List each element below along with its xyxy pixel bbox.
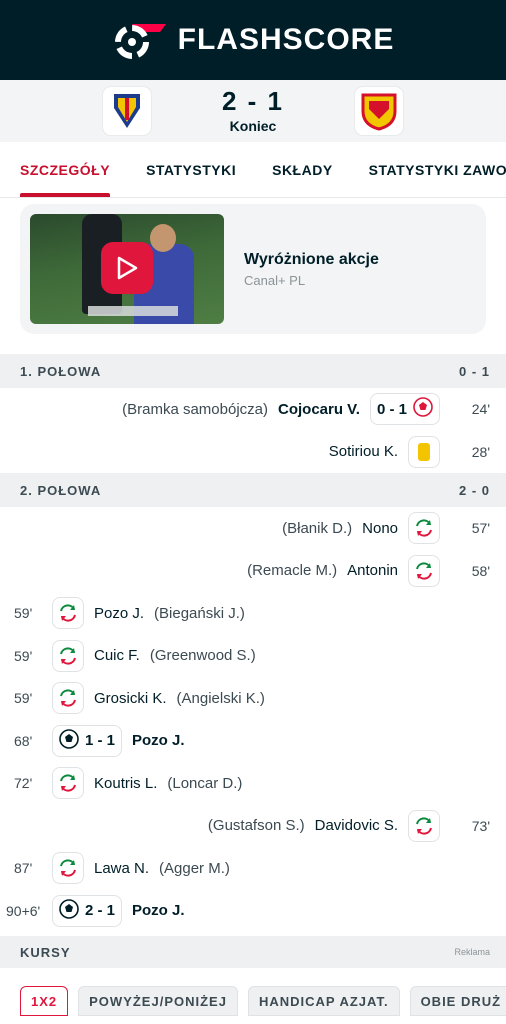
goal-icon — [59, 728, 79, 753]
substitution-icon — [52, 852, 84, 885]
odds-header: KURSY Reklama — [0, 936, 506, 968]
tab-details[interactable]: SZCZEGÓŁY — [20, 142, 111, 197]
event-assist: (Błanik D.) — [282, 519, 353, 537]
highlight-title: Wyróżnione akcje — [244, 250, 379, 268]
event-row[interactable]: 59' Pozo J. (Biegański J.) — [0, 592, 506, 635]
event-player[interactable]: Antonin — [347, 562, 398, 579]
event-row[interactable]: (Błanik D.) Nono 57' — [0, 507, 506, 550]
event-row[interactable]: (Bramka samobójcza) Cojocaru V. 0 - 1 24… — [0, 388, 506, 431]
event-row[interactable]: 72' Koutris L. (Loncar D.) — [0, 762, 506, 805]
flashscore-logo-icon — [112, 18, 168, 62]
yellow-card-icon — [408, 435, 440, 468]
event-player[interactable]: Pozo J. — [132, 732, 185, 749]
odds-tabs: 1X2 POWYŻEJ/PONIŻEJ HANDICAP AZJAT. OBIE… — [0, 968, 506, 1016]
second-half-score: 2 - 0 — [458, 482, 490, 498]
match-score: 2 - 1 — [221, 86, 285, 116]
odds-tab-1x2[interactable]: 1X2 — [20, 986, 69, 1016]
event-minute: 87' — [14, 860, 33, 877]
match-status: Koniec — [229, 118, 277, 134]
event-minute: 57' — [471, 520, 490, 537]
event-row[interactable]: 59' Cuic F. (Greenwood S.) — [0, 635, 506, 678]
event-minute: 59' — [14, 605, 33, 622]
match-scoreboard: 2 - 1 Koniec — [0, 80, 506, 142]
tab-lineups[interactable]: SKŁADY — [272, 142, 333, 197]
tab-statistics[interactable]: STATYSTYKI — [146, 142, 236, 197]
event-score: 1 - 1 — [85, 732, 116, 750]
event-row[interactable]: 59' Grosicki K. (Angielski K.) — [0, 677, 506, 720]
event-minute: 72' — [14, 775, 33, 792]
substitution-icon — [52, 639, 84, 672]
play-icon[interactable] — [101, 242, 153, 294]
own-goal-icon — [413, 397, 433, 421]
first-half-label: 1. POŁOWA — [20, 363, 102, 379]
event-minute: 24' — [471, 401, 490, 418]
event-minute: 73' — [471, 817, 490, 834]
event-score-box: 2 - 1 — [52, 894, 123, 927]
app-logo-text: FLASHSCORE — [177, 23, 395, 56]
event-minute: 28' — [471, 443, 490, 460]
event-player[interactable]: Davidovic S. — [315, 817, 398, 834]
event-assist: (Loncar D.) — [167, 774, 243, 792]
event-minute: 59' — [14, 647, 33, 664]
highlight-source: Canal+ PL — [244, 272, 306, 288]
event-score: 2 - 1 — [85, 902, 116, 920]
event-player[interactable]: Pozo J. — [132, 902, 185, 919]
event-minute: 59' — [14, 690, 33, 707]
event-assist: (Greenwood S.) — [149, 647, 256, 665]
highlight-card[interactable]: Wyróżnione akcje Canal+ PL — [20, 204, 486, 334]
event-row[interactable]: (Gustafson S.) Davidovic S. 73' — [0, 805, 506, 848]
odds-tab-asian-handicap[interactable]: HANDICAP AZJAT. — [247, 986, 400, 1016]
event-player[interactable]: Pozo J. — [94, 605, 144, 622]
event-player[interactable]: Cuic F. — [94, 647, 140, 664]
substitution-icon — [408, 512, 440, 545]
event-row[interactable]: Sotiriou K. 28' — [0, 431, 506, 474]
event-assist: (Remacle M.) — [247, 562, 338, 580]
event-minute: 90+6' — [6, 902, 41, 919]
second-half-header: 2. POŁOWA 2 - 0 — [0, 473, 506, 507]
event-player[interactable]: Lawa N. — [94, 860, 149, 877]
event-player[interactable]: Sotiriou K. — [329, 443, 398, 460]
event-assist: (Angielski K.) — [176, 689, 265, 707]
event-score-box: 1 - 1 — [52, 724, 123, 757]
substitution-icon — [52, 682, 84, 715]
first-half-score: 0 - 1 — [458, 363, 490, 379]
odds-tab-both-teams[interactable]: OBIE DRUŻ — [409, 986, 506, 1016]
goal-icon — [59, 898, 79, 923]
event-score-box: 0 - 1 — [369, 393, 440, 426]
event-player[interactable]: Koutris L. — [94, 775, 157, 792]
event-player[interactable]: Nono — [362, 520, 398, 537]
first-half-header: 1. POŁOWA 0 - 1 — [0, 354, 506, 388]
second-half-label: 2. POŁOWA — [20, 482, 102, 498]
substitution-icon — [52, 767, 84, 800]
odds-label: KURSY — [20, 944, 71, 960]
ad-label: Reklama — [454, 947, 490, 957]
event-player[interactable]: Grosicki K. — [94, 690, 167, 707]
event-note: (Bramka samobójcza) — [122, 400, 268, 418]
event-minute: 68' — [14, 732, 33, 749]
event-assist: (Biegański J.) — [154, 604, 245, 622]
event-minute: 58' — [471, 562, 490, 579]
event-score: 0 - 1 — [376, 400, 407, 418]
event-assist: (Agger M.) — [159, 859, 230, 877]
away-team-crest[interactable] — [355, 87, 403, 135]
tab-player-statistics[interactable]: STATYSTYKI ZAWODNI — [369, 142, 506, 197]
home-team-crest[interactable] — [103, 87, 151, 135]
event-player[interactable]: Cojocaru V. — [278, 401, 360, 418]
odds-tab-over-under[interactable]: POWYŻEJ/PONIŻEJ — [78, 986, 238, 1016]
app-header: FLASHSCORE — [0, 0, 506, 80]
event-row[interactable]: 90+6' 2 - 1 Pozo J. — [0, 890, 506, 933]
match-tabs: SZCZEGÓŁY STATYSTYKI SKŁADY STATYSTYKI Z… — [0, 142, 506, 198]
substitution-icon — [408, 554, 440, 587]
substitution-icon — [408, 809, 440, 842]
event-row[interactable]: (Remacle M.) Antonin 58' — [0, 550, 506, 593]
event-assist: (Gustafson S.) — [207, 817, 305, 835]
event-row[interactable]: 68' 1 - 1 Pozo J. — [0, 720, 506, 763]
highlight-video-thumbnail[interactable] — [30, 214, 224, 324]
event-row[interactable]: 87' Lawa N. (Agger M.) — [0, 847, 506, 890]
substitution-icon — [52, 597, 84, 630]
